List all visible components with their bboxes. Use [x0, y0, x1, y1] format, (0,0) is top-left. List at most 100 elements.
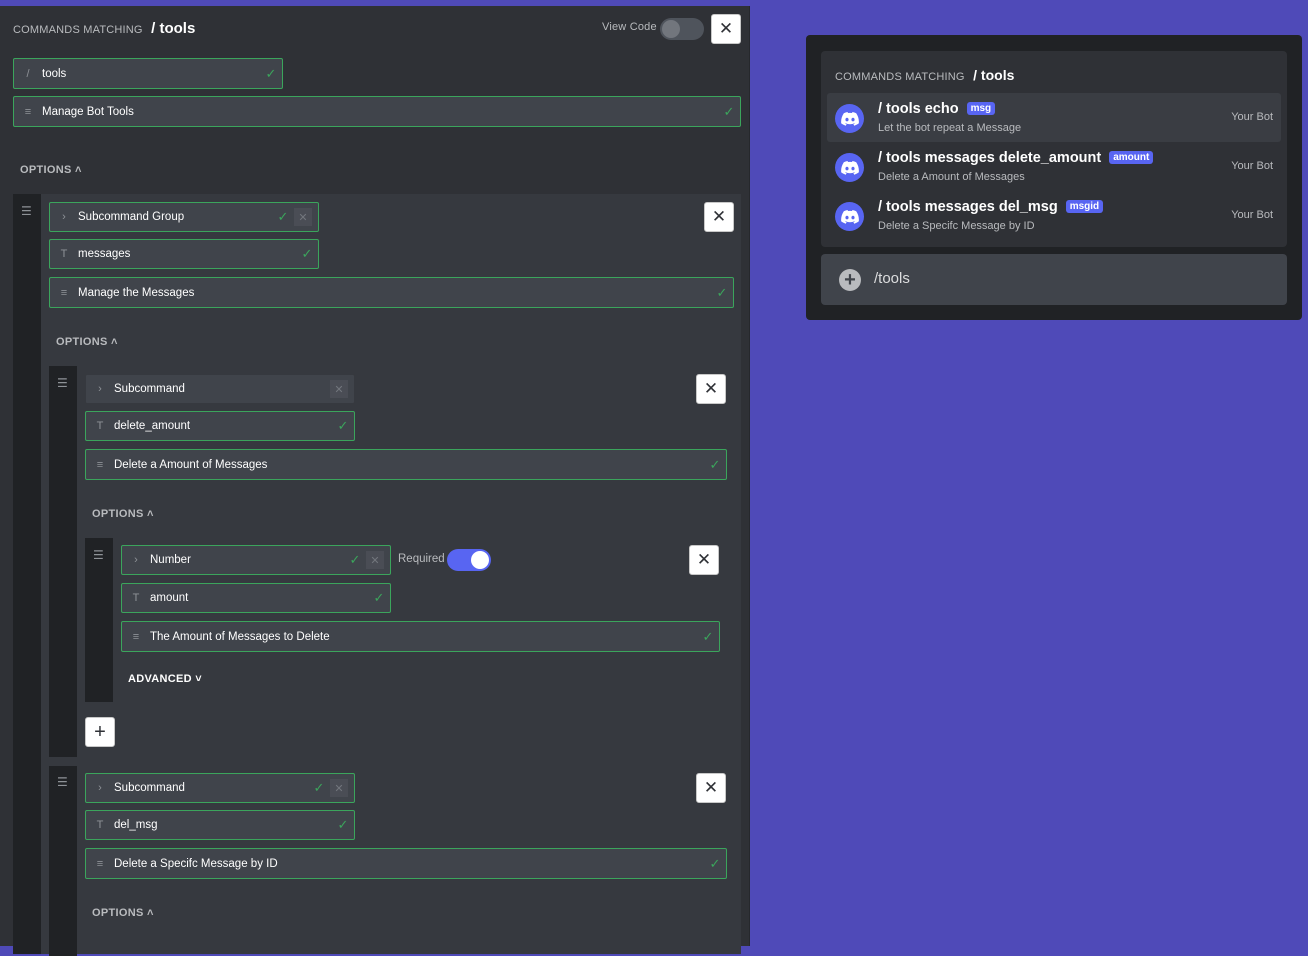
check-icon: ✓ — [301, 246, 313, 261]
remove-subcommand2-button[interactable]: ✕ — [696, 773, 726, 803]
chevron-right-icon: › — [98, 782, 102, 794]
subcommand1-type-label: Subcommand — [114, 383, 185, 395]
chevron-right-icon: › — [98, 383, 102, 395]
options-label: OPTIONS — [92, 907, 144, 919]
advanced-toggle[interactable]: ADVANCED ˅ — [128, 673, 202, 685]
subcommand2-name-field[interactable]: T del_msg ✓ — [85, 810, 355, 840]
check-icon: ✓ — [723, 103, 735, 119]
drag-sidebar[interactable] — [49, 766, 77, 956]
option-description-field[interactable]: ≡ The Amount of Messages to Delete ✓ — [121, 621, 720, 652]
subcommand2-description-field[interactable]: ≡ Delete a Specifc Message by ID ✓ — [85, 848, 727, 879]
subcommand1-name-field[interactable]: T delete_amount ✓ — [85, 411, 355, 441]
remove-subcommand1-button[interactable]: ✕ — [696, 374, 726, 404]
subcommand1-type-select[interactable]: › Subcommand ✕ — [85, 374, 355, 404]
check-icon: ✓ — [716, 284, 728, 300]
group-description-field[interactable]: ≡ Manage the Messages ✓ — [49, 277, 734, 308]
subcommand1-name-value: delete_amount — [114, 420, 191, 432]
command-description-value: Manage Bot Tools — [42, 105, 134, 118]
header-command: / tools — [151, 20, 196, 37]
group-description-value: Manage the Messages — [78, 286, 195, 299]
command-name-text: / tools echo — [878, 101, 959, 117]
plus-icon[interactable]: + — [839, 269, 861, 291]
option-type-select[interactable]: › Number ✓ ✕ — [121, 545, 391, 575]
subcommand1-options-toggle[interactable]: OPTIONS ˄ — [92, 508, 154, 520]
subcommand2-type-select[interactable]: › Subcommand ✓ ✕ — [85, 773, 355, 803]
options-label: OPTIONS — [20, 164, 72, 176]
view-code-label: View Code — [602, 21, 657, 33]
text-icon: T — [96, 819, 104, 831]
command-suggestion[interactable]: / tools messages del_msg msgid Delete a S… — [827, 191, 1281, 240]
option-badge: msgid — [1065, 200, 1104, 213]
text-icon: T — [96, 420, 104, 432]
required-toggle[interactable] — [447, 549, 491, 571]
description-icon: ≡ — [132, 630, 140, 643]
description-icon: ≡ — [24, 105, 32, 118]
options-label: OPTIONS — [92, 508, 144, 520]
close-icon: ✕ — [696, 550, 712, 569]
check-icon: ✓ — [265, 65, 277, 81]
option-name-field[interactable]: T amount ✓ — [121, 583, 391, 613]
drag-sidebar[interactable] — [85, 538, 113, 702]
message-input-value: /tools — [874, 270, 910, 287]
clear-icon[interactable]: ✕ — [366, 551, 384, 569]
group-name-value: messages — [78, 248, 131, 260]
discord-logo-icon — [835, 202, 864, 231]
group-name-field[interactable]: T messages ✓ — [49, 239, 319, 269]
drag-sidebar[interactable] — [13, 194, 41, 954]
check-icon: ✓ — [277, 209, 289, 224]
chevron-up-icon: ˄ — [110, 336, 118, 348]
preview-header: COMMANDS MATCHING / tools — [835, 67, 1014, 85]
check-icon: ✓ — [709, 456, 721, 472]
close-icon: ✕ — [711, 207, 727, 226]
clear-icon[interactable]: ✕ — [330, 779, 348, 797]
message-input[interactable]: + /tools — [821, 254, 1287, 305]
preview-header-command: / tools — [973, 67, 1015, 83]
plus-icon: + — [94, 720, 106, 743]
add-option-button[interactable]: + — [85, 717, 115, 747]
command-source: Your Bot — [1231, 160, 1273, 172]
drag-sidebar[interactable] — [49, 366, 77, 757]
command-source: Your Bot — [1231, 209, 1273, 221]
command-editor: COMMANDS MATCHING / tools View Code ✕ / … — [0, 6, 750, 956]
close-icon: ✕ — [703, 379, 719, 398]
command-description: Let the bot repeat a Message — [878, 122, 1022, 134]
drag-handle-icon[interactable]: ☰ — [21, 204, 32, 218]
clear-icon[interactable]: ✕ — [330, 380, 348, 398]
option-name-value: amount — [150, 592, 189, 604]
command-suggestion[interactable]: / tools echo msg Let the bot repeat a Mes… — [827, 93, 1281, 142]
clear-icon[interactable]: ✕ — [294, 208, 312, 226]
view-code-toggle[interactable] — [660, 18, 704, 40]
option-type-label: Number — [150, 554, 191, 566]
option-badge: amount — [1109, 151, 1154, 164]
subcommand2-description-value: Delete a Specifc Message by ID — [114, 857, 278, 870]
command-suggestion[interactable]: / tools messages delete_amount amount Del… — [827, 142, 1281, 191]
options-toggle[interactable]: OPTIONS ˄ — [20, 164, 82, 176]
discord-logo-icon — [835, 104, 864, 133]
check-icon: ✓ — [337, 418, 349, 433]
command-name-field[interactable]: / tools ✓ — [13, 58, 283, 89]
description-icon: ≡ — [96, 857, 104, 870]
command-preview: COMMANDS MATCHING / tools / tools echo ms… — [806, 35, 1302, 320]
subcommand2-options-toggle[interactable]: OPTIONS ˄ — [92, 907, 154, 919]
option-badge: msg — [966, 102, 996, 115]
command-description-field[interactable]: ≡ Manage Bot Tools ✓ — [13, 96, 741, 127]
header-prefix: COMMANDS MATCHING — [13, 24, 143, 36]
close-editor-button[interactable]: ✕ — [711, 14, 741, 44]
chevron-up-icon: ˄ — [74, 164, 82, 176]
editor-header: COMMANDS MATCHING / tools — [13, 20, 195, 38]
group-type-select[interactable]: › Subcommand Group ✓ ✕ — [49, 202, 319, 232]
command-name: / tools messages delete_amount amount — [878, 150, 1154, 166]
drag-handle-icon[interactable]: ☰ — [57, 376, 68, 390]
subcommand2-name-value: del_msg — [114, 819, 158, 831]
group-options-toggle[interactable]: OPTIONS ˄ — [56, 336, 118, 348]
remove-option-button[interactable]: ✕ — [689, 545, 719, 575]
preview-header-prefix: COMMANDS MATCHING — [835, 71, 965, 83]
close-icon: ✕ — [718, 19, 734, 38]
advanced-label: ADVANCED — [128, 673, 192, 685]
drag-handle-icon[interactable]: ☰ — [57, 775, 68, 789]
subcommand1-description-field[interactable]: ≡ Delete a Amount of Messages ✓ — [85, 449, 727, 480]
drag-handle-icon[interactable]: ☰ — [93, 548, 104, 562]
remove-group-button[interactable]: ✕ — [704, 202, 734, 232]
chevron-down-icon: ˅ — [195, 673, 203, 685]
check-icon: ✓ — [709, 855, 721, 871]
